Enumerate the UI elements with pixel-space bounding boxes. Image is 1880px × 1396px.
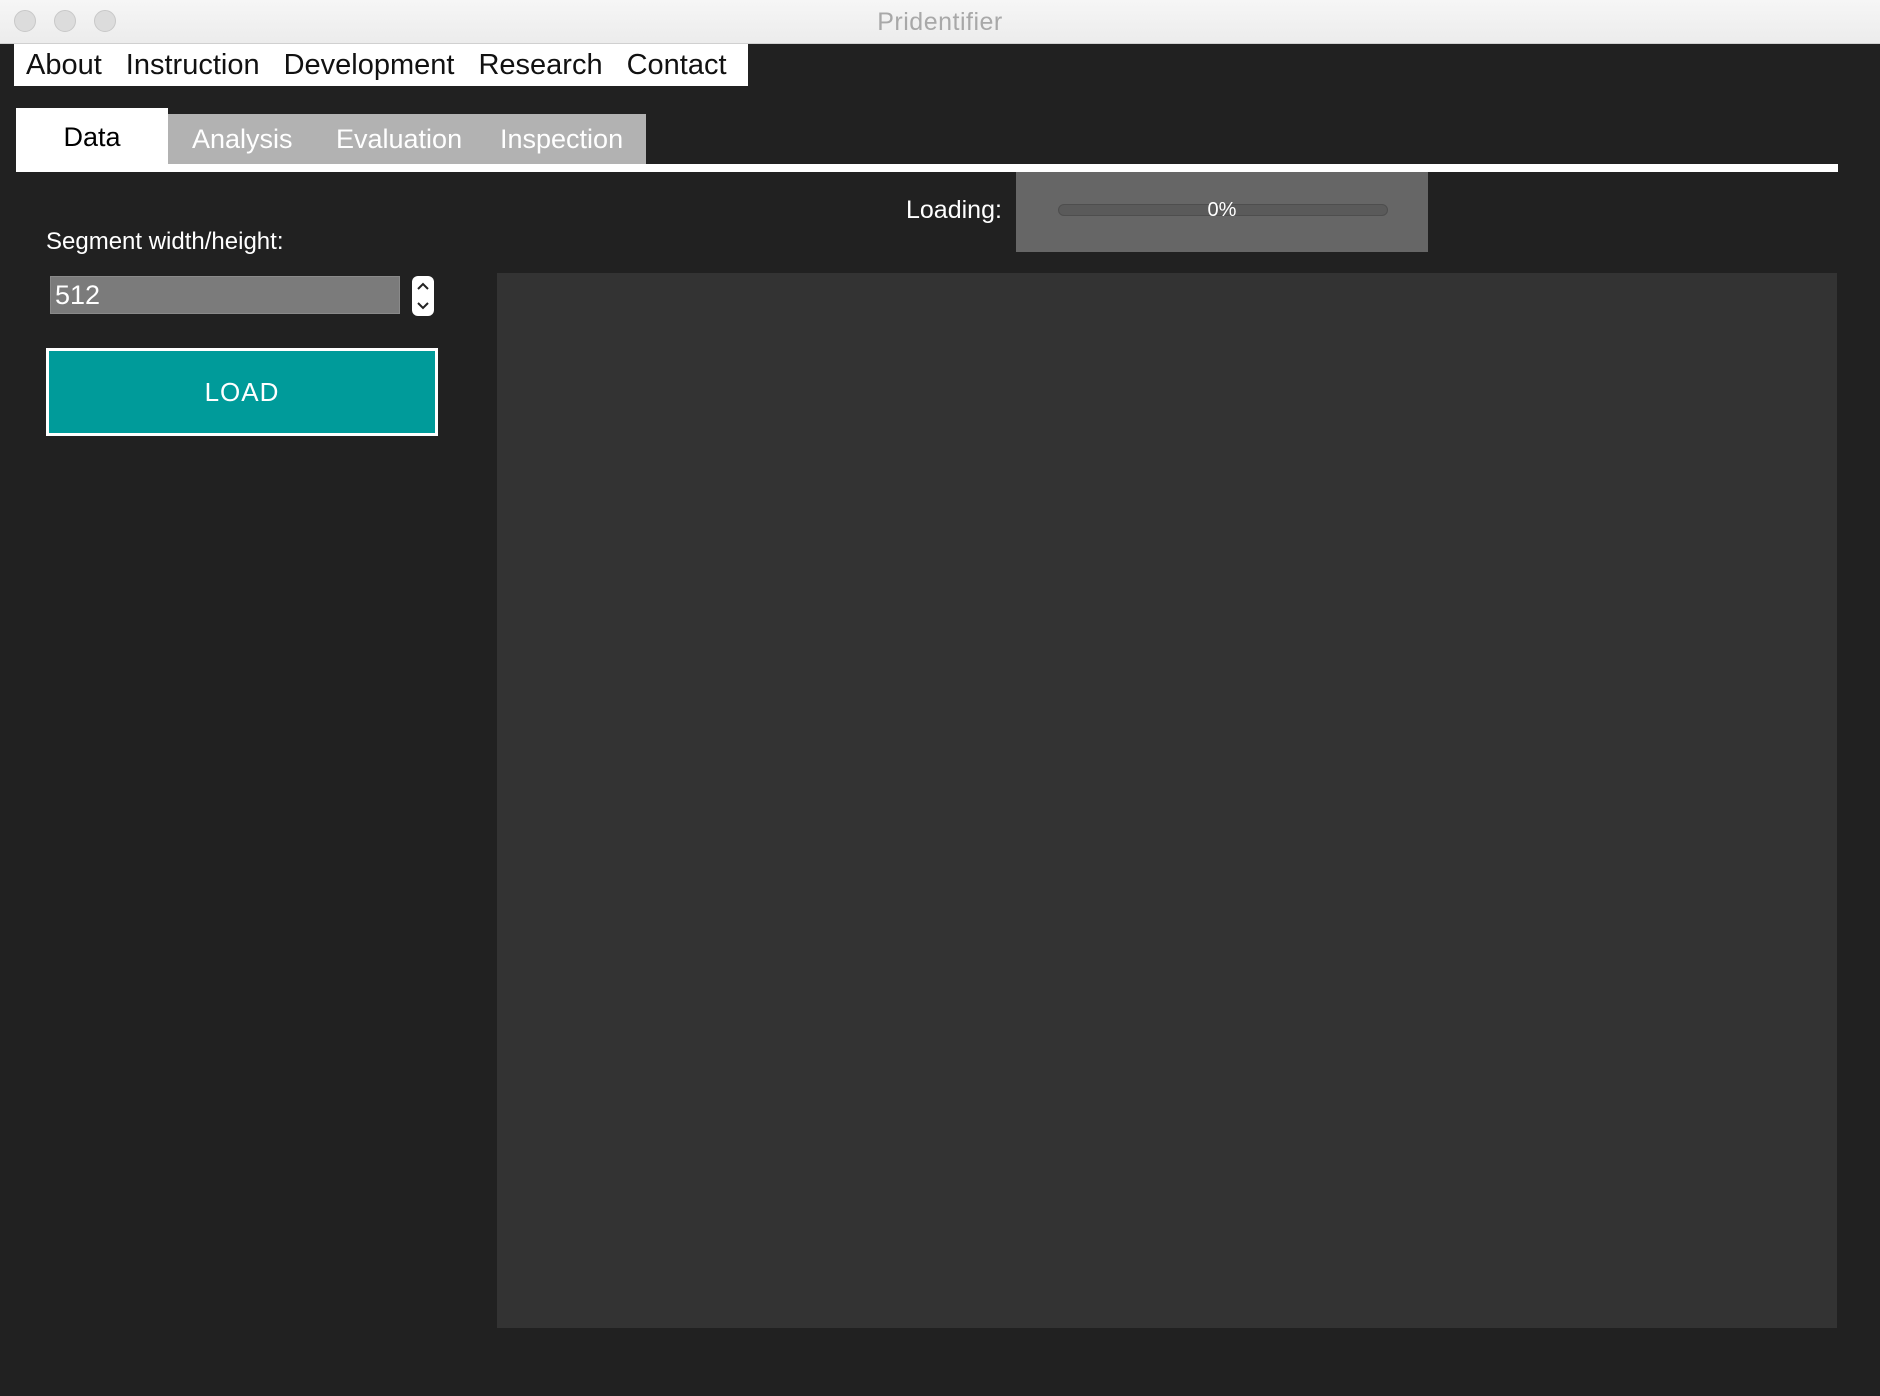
tab-analysis[interactable]: Analysis — [192, 124, 293, 155]
window-title: Pridentifier — [877, 8, 1003, 36]
menu-item-contact[interactable]: Contact — [615, 49, 739, 82]
tab-data[interactable]: Data — [16, 108, 168, 166]
loading-label: Loading: — [906, 196, 1002, 224]
segment-size-input[interactable] — [50, 276, 400, 314]
segment-size-stepper[interactable] — [412, 276, 434, 316]
tab-bar: Data Analysis Evaluation Inspection — [16, 108, 1838, 172]
app-window: Pridentifier About Instruction Developme… — [0, 0, 1880, 1396]
chevron-down-icon[interactable] — [412, 296, 434, 316]
image-display-panel — [497, 273, 1837, 1328]
menu-item-development[interactable]: Development — [272, 49, 467, 82]
progress-text: 0% — [1207, 199, 1237, 221]
load-button[interactable]: LOAD — [46, 348, 438, 436]
title-bar: Pridentifier — [0, 0, 1880, 44]
menu-item-about[interactable]: About — [14, 49, 114, 82]
progress-panel: 0% — [1016, 172, 1428, 252]
chevron-up-icon[interactable] — [412, 276, 434, 296]
menu-item-instruction[interactable]: Instruction — [114, 49, 272, 82]
tab-evaluation[interactable]: Evaluation — [336, 124, 462, 155]
menu-bar: About Instruction Development Research C… — [14, 44, 748, 86]
menu-item-research[interactable]: Research — [466, 49, 614, 82]
tab-underline — [16, 164, 1838, 172]
segment-size-label: Segment width/height: — [46, 228, 284, 255]
tab-inspection[interactable]: Inspection — [500, 124, 623, 155]
